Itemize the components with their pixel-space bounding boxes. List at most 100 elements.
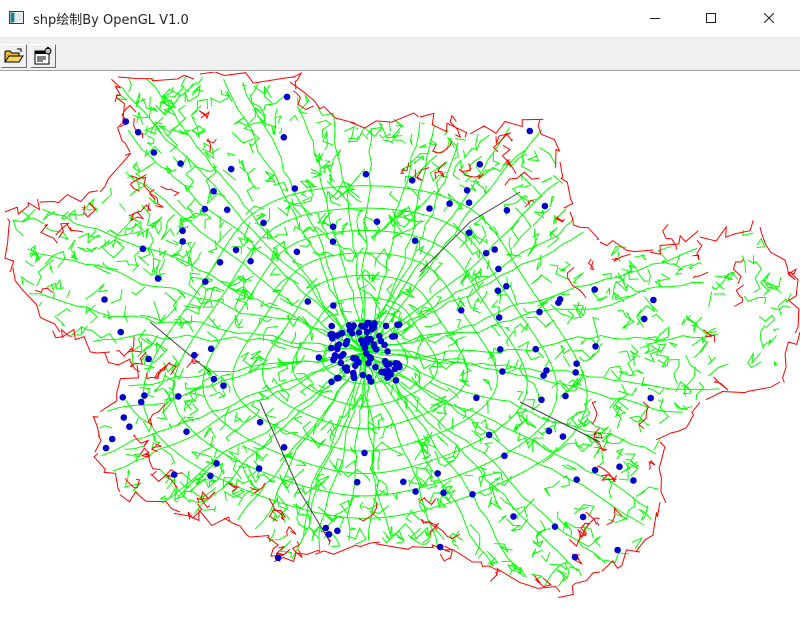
point-feature	[201, 205, 209, 213]
close-button[interactable]	[746, 0, 792, 35]
map-render	[4, 71, 800, 598]
point-feature	[526, 127, 534, 135]
point-feature	[342, 340, 350, 348]
point-feature	[616, 463, 623, 471]
point-feature	[592, 343, 599, 350]
point-feature	[384, 348, 391, 355]
point-feature	[141, 392, 148, 399]
point-feature	[101, 296, 108, 303]
point-feature	[469, 491, 476, 498]
point-feature	[355, 329, 363, 336]
point-feature	[446, 200, 453, 207]
point-feature	[536, 308, 543, 316]
point-feature	[381, 341, 388, 349]
point-feature	[179, 227, 186, 235]
toolbar	[0, 37, 800, 71]
point-feature	[408, 177, 416, 184]
point-feature	[440, 489, 447, 497]
app-window: shp绘制By OpenGL V1.0	[0, 0, 800, 637]
point-feature	[191, 351, 198, 359]
point-feature	[280, 134, 288, 141]
point-feature	[473, 394, 480, 402]
point-feature	[145, 355, 152, 363]
point-feature	[591, 286, 598, 293]
point-feature	[139, 245, 147, 253]
window-title: shp绘制By OpenGL V1.0	[33, 13, 189, 28]
point-feature	[329, 238, 337, 245]
point-feature	[255, 465, 263, 472]
app-icon	[9, 11, 24, 24]
point-feature	[495, 265, 502, 273]
point-feature	[334, 527, 341, 535]
point-feature	[591, 466, 599, 474]
point-feature	[412, 488, 419, 495]
point-feature	[559, 433, 567, 440]
point-feature	[494, 287, 502, 294]
point-feature	[120, 414, 128, 421]
point-feature	[485, 431, 493, 439]
point-feature	[328, 322, 336, 330]
point-feature	[340, 350, 347, 358]
minimize-button[interactable]	[632, 0, 678, 35]
point-feature	[503, 283, 510, 290]
point-feature	[232, 246, 240, 254]
point-feature	[154, 275, 162, 282]
point-feature	[503, 207, 511, 214]
open-file-button[interactable]	[1, 44, 27, 68]
point-feature	[400, 478, 407, 486]
point-feature	[573, 360, 580, 368]
point-feature	[465, 199, 473, 206]
point-feature	[274, 554, 282, 562]
point-feature	[361, 449, 368, 457]
point-feature	[457, 307, 465, 314]
point-feature	[572, 369, 579, 376]
point-feature	[387, 371, 395, 378]
maximize-button[interactable]	[688, 0, 734, 35]
point-feature	[150, 149, 158, 156]
point-feature	[134, 128, 142, 136]
point-feature	[170, 471, 178, 479]
title-bar[interactable]: shp绘制By OpenGL V1.0	[0, 0, 800, 35]
point-feature	[207, 472, 214, 480]
point-feature	[328, 344, 335, 352]
point-feature	[630, 477, 637, 484]
point-feature	[315, 354, 323, 361]
point-feature	[614, 546, 621, 554]
point-feature	[348, 330, 356, 337]
point-feature	[411, 237, 419, 244]
point-feature	[108, 435, 116, 443]
properties-button[interactable]	[30, 44, 56, 68]
point-feature	[376, 332, 383, 340]
point-feature	[434, 470, 442, 477]
point-feature	[367, 378, 375, 385]
point-feature	[541, 202, 549, 210]
point-feature	[373, 218, 381, 225]
point-feature	[350, 369, 357, 377]
point-feature	[371, 320, 378, 327]
point-feature	[366, 353, 374, 361]
point-feature	[495, 314, 503, 321]
map-canvas[interactable]	[0, 71, 800, 637]
point-feature	[338, 329, 346, 337]
point-feature	[329, 335, 336, 342]
point-feature	[371, 343, 378, 350]
point-feature	[322, 524, 330, 532]
boundary-lines	[4, 71, 800, 598]
maximize-icon	[706, 12, 716, 23]
point-feature	[426, 205, 433, 212]
close-icon	[764, 12, 774, 23]
point-feature	[325, 531, 333, 538]
point-feature	[482, 249, 490, 257]
point-feature	[247, 257, 254, 265]
point-feature	[330, 355, 338, 363]
point-feature	[210, 375, 218, 383]
point-feature	[372, 363, 379, 371]
point-feature	[392, 360, 399, 367]
point-feature	[179, 238, 186, 245]
point-feature	[122, 118, 130, 125]
minimize-icon	[650, 17, 660, 19]
point-feature	[126, 423, 133, 431]
point-feature	[291, 185, 299, 192]
point-feature	[436, 543, 444, 551]
point-feature	[540, 372, 547, 379]
